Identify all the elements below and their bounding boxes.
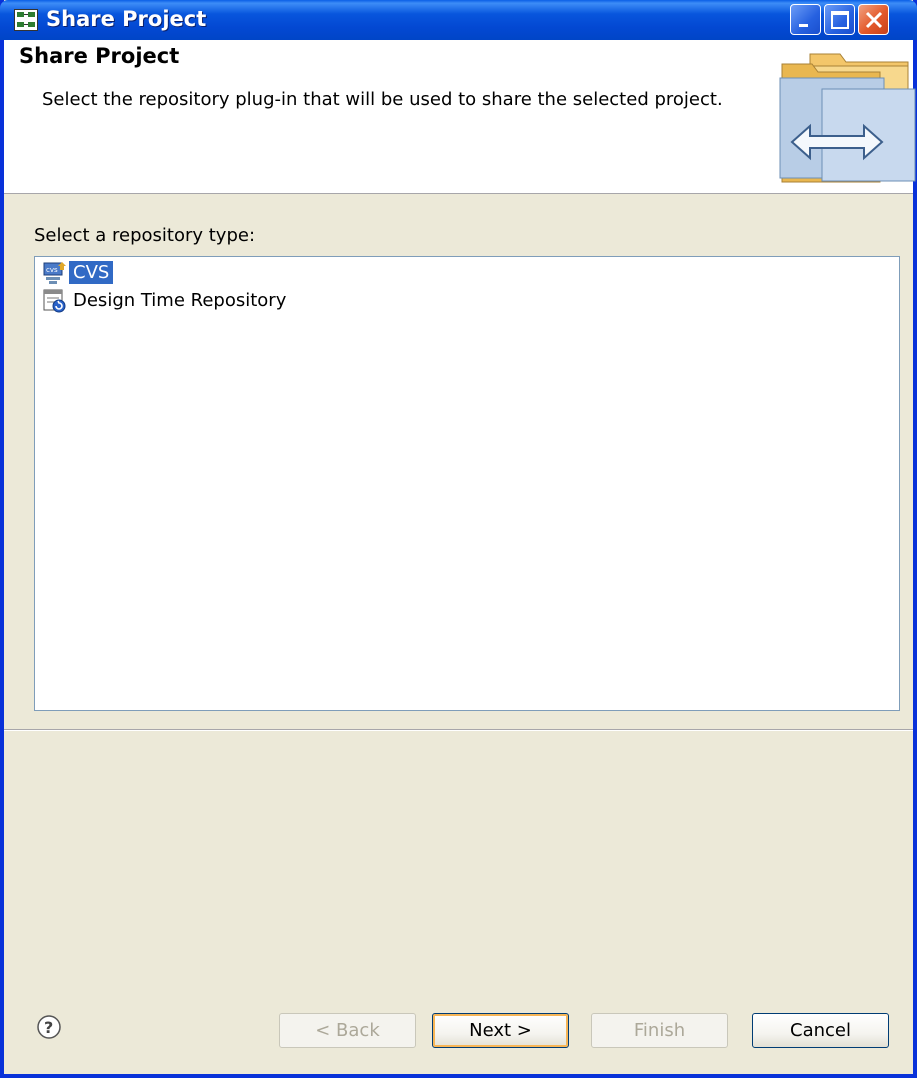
next-button[interactable]: Next > [432,1013,569,1048]
window-title: Share Project [46,7,207,31]
svg-text:cvs: cvs [46,266,58,274]
wizard-page-description: Select the repository plug-in that will … [42,89,723,110]
minimize-button[interactable] [790,4,821,35]
maximize-button[interactable] [824,4,855,35]
close-button[interactable] [858,4,889,35]
design-time-repository-icon [43,289,66,312]
wizard-page-title: Share Project [19,44,180,68]
maximize-icon [831,11,849,29]
back-button[interactable]: < Back [279,1013,416,1048]
repository-type-list[interactable]: cvs CVS Design Time Repository [34,256,900,711]
list-item-cvs[interactable]: cvs CVS [43,259,114,286]
cancel-button[interactable]: Cancel [752,1013,889,1048]
finish-button[interactable]: Finish [591,1013,728,1048]
close-icon [865,11,883,29]
repository-type-label: Select a repository type: [34,225,256,246]
list-item-label: Design Time Repository [73,290,287,311]
minimize-icon [799,24,808,27]
title-bar[interactable]: Share Project [0,0,917,40]
cvs-icon: cvs [43,261,66,284]
list-item-design-time-repository[interactable]: Design Time Repository [43,287,290,314]
svg-text:?: ? [44,1018,53,1037]
share-folders-arrows-image [779,53,916,183]
list-item-label: CVS [69,261,114,284]
help-icon[interactable]: ? [36,1014,62,1040]
share-project-dialog: Share Project Share Project Select the r… [0,0,917,1078]
footer-separator [4,729,913,731]
share-project-icon [14,9,38,31]
